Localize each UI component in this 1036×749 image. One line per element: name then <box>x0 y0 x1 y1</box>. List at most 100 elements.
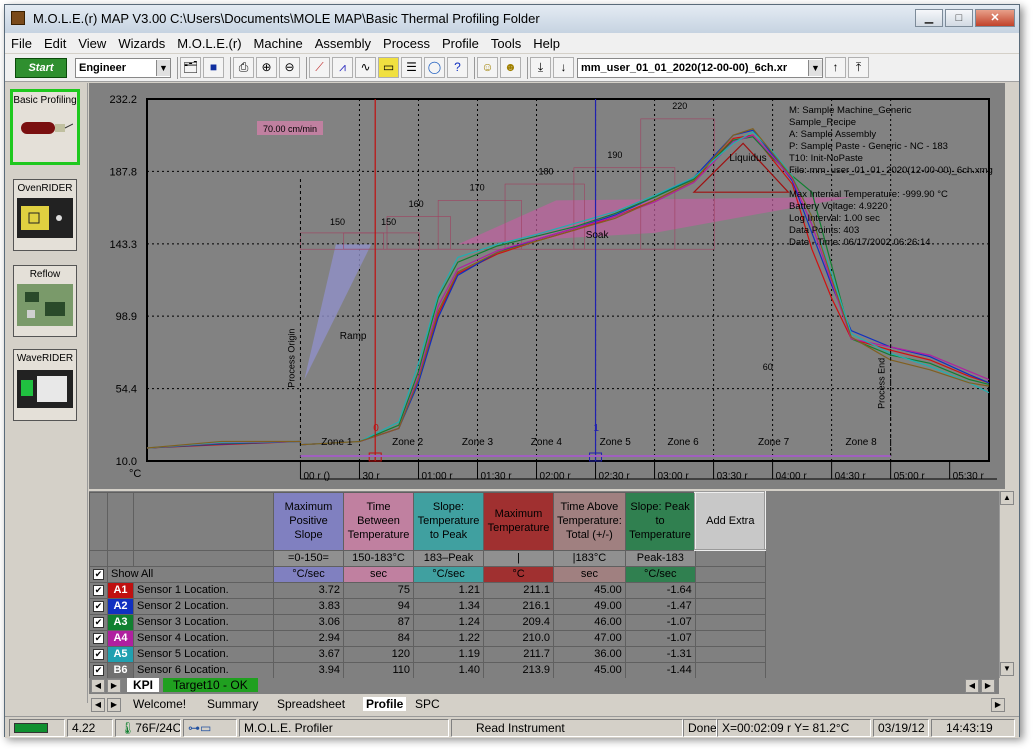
tab-profile[interactable]: Profile <box>363 697 407 711</box>
globe-icon[interactable]: ◯ <box>424 57 445 78</box>
menu-edit[interactable]: Edit <box>38 36 72 51</box>
kpi-cell[interactable]: 211.1 <box>483 581 554 599</box>
sensor-location[interactable]: Sensor 5 Location. <box>133 645 274 663</box>
reflow-button[interactable]: Reflow <box>13 265 77 337</box>
tab-spc[interactable]: SPC <box>415 697 440 711</box>
edit-axis-icon[interactable]: ⩘ <box>332 57 353 78</box>
kpi-cell[interactable]: 3.06 <box>273 613 344 631</box>
tab-target10[interactable]: Target10 - OK <box>163 678 258 692</box>
kpi-cell[interactable]: 45.00 <box>553 661 626 679</box>
kpi-cell[interactable]: 1.24 <box>413 613 484 631</box>
sensor-checkbox[interactable]: ✔ <box>89 629 108 647</box>
start-button[interactable]: Start <box>15 57 67 78</box>
add-extra-button[interactable]: Add Extra <box>694 491 767 551</box>
sensor-checkbox[interactable]: ✔ <box>89 597 108 615</box>
kpi-cell[interactable]: 3.94 <box>273 661 344 679</box>
close-button[interactable]: ✕ <box>975 9 1015 27</box>
tab-welcome[interactable]: Welcome! <box>133 697 186 711</box>
ovenrider-button[interactable]: OvenRIDER <box>13 179 77 251</box>
sensor-location[interactable]: Sensor 2 Location. <box>133 597 274 615</box>
kpi-cell[interactable]: 87 <box>343 613 414 631</box>
sensor-checkbox[interactable]: ✔ <box>89 581 108 599</box>
sensor-location[interactable]: Sensor 3 Location. <box>133 613 274 631</box>
menu-wizards[interactable]: Wizards <box>112 36 171 51</box>
ruler-icon[interactable]: ▭ <box>378 57 399 78</box>
kpi-cell[interactable]: 216.1 <box>483 597 554 615</box>
tab-spreadsheet[interactable]: Spreadsheet <box>277 697 345 711</box>
kpi-cell[interactable]: 211.7 <box>483 645 554 663</box>
kpi-cell[interactable]: 2.94 <box>273 629 344 647</box>
help-icon[interactable]: ? <box>447 57 468 78</box>
list-icon[interactable]: ☰ <box>401 57 422 78</box>
menu-tools[interactable]: Tools <box>485 36 527 51</box>
page-tab-right-icon[interactable]: ▶ <box>107 698 121 712</box>
edit-lines-icon[interactable]: ∿ <box>355 57 376 78</box>
user-level-select[interactable]: Engineer ▼ <box>75 57 171 78</box>
kpi-cell[interactable]: 1.34 <box>413 597 484 615</box>
tab-scroll-left-icon[interactable]: ◀ <box>91 679 105 693</box>
column-header[interactable]: Slope: Peak to Temperature <box>624 491 696 551</box>
column-header[interactable]: Time Between Temperature <box>343 491 414 551</box>
kpi-cell[interactable]: 213.9 <box>483 661 554 679</box>
profile-chart[interactable]: 232.2 187.8 143.3 98.9 54.4 10.0 °C 00 r () 30 r… <box>89 83 1005 489</box>
tab-summary[interactable]: Summary <box>207 697 258 711</box>
kpi-cell[interactable]: 84 <box>343 629 414 647</box>
kpi-cell[interactable]: -1.31 <box>624 645 696 663</box>
menu-machine[interactable]: Machine <box>248 36 309 51</box>
kpi-cell[interactable]: 1.21 <box>413 581 484 599</box>
tab-scroll-right-icon[interactable]: ▶ <box>107 679 121 693</box>
down-icon[interactable]: ↓ <box>553 57 574 78</box>
sensor-checkbox[interactable]: ✔ <box>89 661 108 679</box>
kpi-cell[interactable]: 209.4 <box>483 613 554 631</box>
tree-icon[interactable]: 🗂 <box>180 57 201 78</box>
up-icon[interactable]: ↑ <box>825 57 846 78</box>
kpi-cell[interactable]: 1.19 <box>413 645 484 663</box>
kpi-cell[interactable]: -1.64 <box>624 581 696 599</box>
column-header[interactable]: Maximum Positive Slope <box>273 491 344 551</box>
user-b-icon[interactable]: ☻ <box>500 57 521 78</box>
kpi-cell[interactable]: 94 <box>343 597 414 615</box>
menu-file[interactable]: File <box>5 36 38 51</box>
sensor-location[interactable]: Sensor 1 Location. <box>133 581 274 599</box>
kpi-cell[interactable]: 3.83 <box>273 597 344 615</box>
file-select[interactable]: mm_user_01_01_2020(12-00-00)_6ch.xr ▼ <box>577 57 823 78</box>
kpi-cell[interactable]: 110 <box>343 661 414 679</box>
kpi-cell[interactable]: 1.40 <box>413 661 484 679</box>
kpi-cell[interactable]: 3.72 <box>273 581 344 599</box>
zoom-out-icon[interactable]: ⊖ <box>279 57 300 78</box>
sensor-location[interactable]: Sensor 6 Location. <box>133 661 274 679</box>
grid-vertical-scrollbar[interactable]: ▲ ▼ <box>999 491 1015 678</box>
kpi-cell[interactable]: 210.0 <box>483 629 554 647</box>
user-a-icon[interactable]: ☺ <box>477 57 498 78</box>
kpi-cell[interactable]: 49.00 <box>553 597 626 615</box>
sensor-location[interactable]: Sensor 4 Location. <box>133 629 274 647</box>
page-tab-left-icon[interactable]: ◀ <box>91 698 105 712</box>
first-icon[interactable]: ⤓ <box>530 57 551 78</box>
scroll-down-icon[interactable]: ▼ <box>1000 662 1014 676</box>
save-icon[interactable]: ■ <box>203 57 224 78</box>
column-header[interactable]: Time Above Temperature: Total (+/-) <box>553 491 626 551</box>
kpi-cell[interactable]: 120 <box>343 645 414 663</box>
column-header[interactable]: Slope: Temperature to Peak <box>413 491 484 551</box>
kpi-cell[interactable]: 47.00 <box>553 629 626 647</box>
show-all-checkbox[interactable]: ✔ <box>89 565 108 583</box>
menu-m-o-l-e-r[interactable]: M.O.L.E.(r) <box>171 36 247 51</box>
edit-chart-icon[interactable]: ⟋ <box>309 57 330 78</box>
waverider-button[interactable]: WaveRIDER <box>13 349 77 421</box>
sensor-checkbox[interactable]: ✔ <box>89 645 108 663</box>
hscroll-right-icon[interactable]: ▶ <box>981 679 995 693</box>
print-icon[interactable]: ⎙ <box>233 57 254 78</box>
kpi-cell[interactable]: -1.47 <box>624 597 696 615</box>
kpi-cell[interactable]: -1.44 <box>624 661 696 679</box>
zoom-in-icon[interactable]: ⊕ <box>256 57 277 78</box>
sensor-checkbox[interactable]: ✔ <box>89 613 108 631</box>
hscroll-left-icon[interactable]: ◀ <box>965 679 979 693</box>
kpi-cell[interactable]: -1.07 <box>624 613 696 631</box>
minimize-button[interactable]: ▁ <box>915 9 943 27</box>
kpi-cell[interactable]: 1.22 <box>413 629 484 647</box>
maximize-button[interactable]: □ <box>945 9 973 27</box>
scroll-up-icon[interactable]: ▲ <box>1000 491 1014 505</box>
basic-profiling-button[interactable]: Basic Profiling <box>10 89 80 165</box>
last-icon[interactable]: ⤒ <box>848 57 869 78</box>
menu-profile[interactable]: Profile <box>436 36 485 51</box>
